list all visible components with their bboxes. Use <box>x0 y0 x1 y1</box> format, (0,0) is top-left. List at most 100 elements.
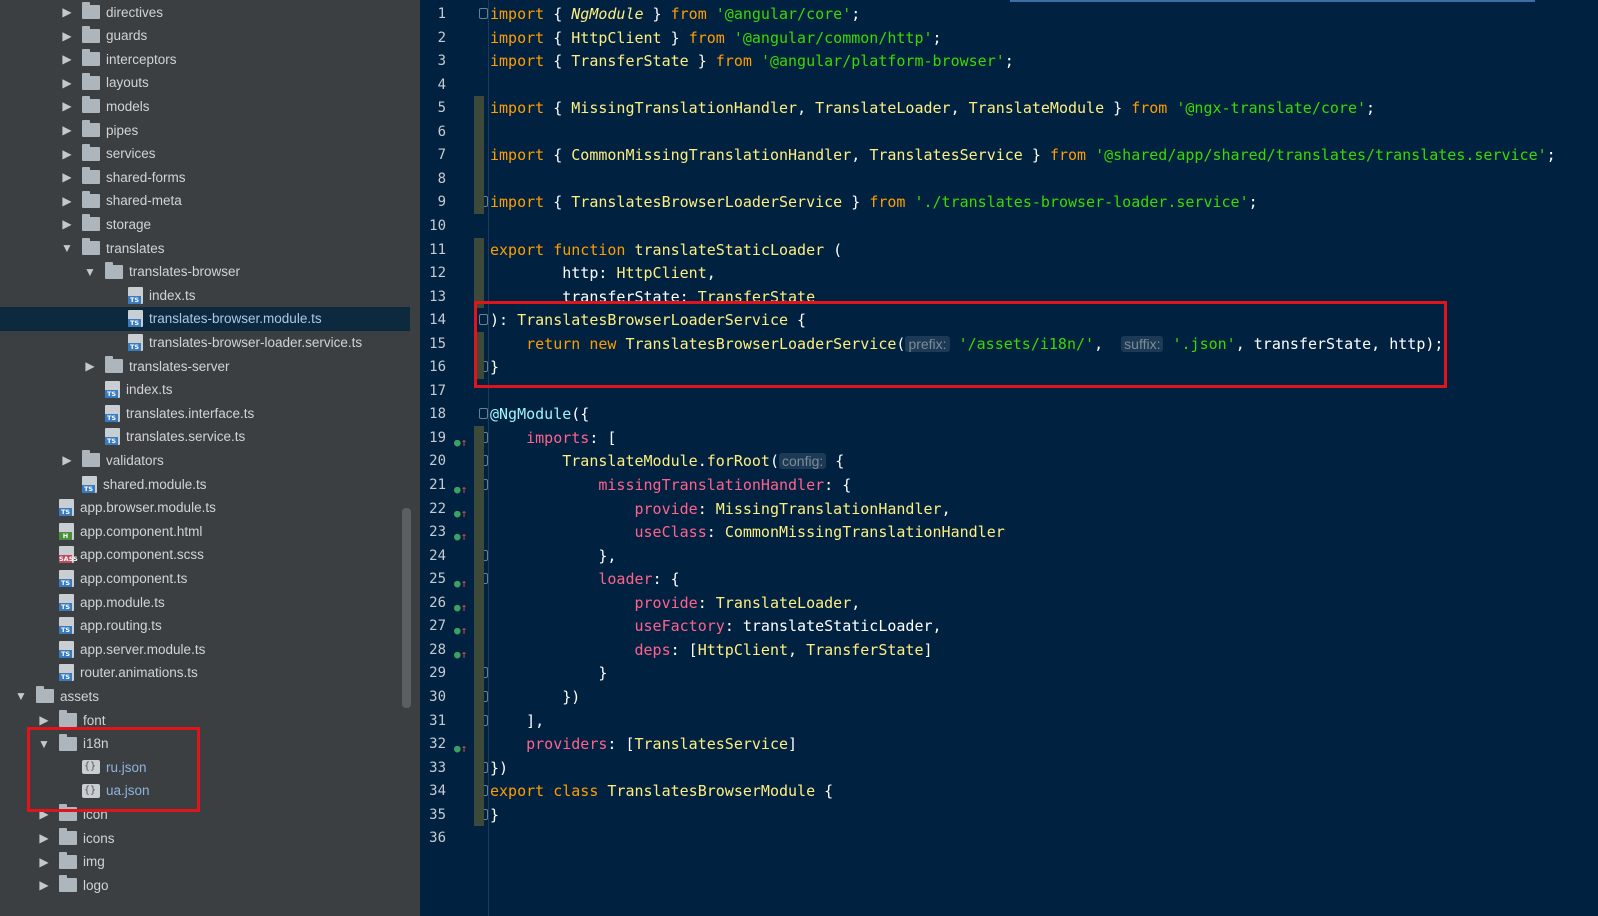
tree-file[interactable]: TS translates.interface.ts <box>0 401 410 425</box>
tree-folder[interactable]: ▶ models <box>0 94 410 118</box>
tree-folder[interactable]: ▶ interceptors <box>0 47 410 71</box>
code-line[interactable]: 19 ●↑ imports: [ <box>420 426 1598 450</box>
code-line[interactable]: 3 import { TransferState } from '@angular… <box>420 49 1598 73</box>
code-line[interactable]: 7 import { CommonMissingTranslationHandle… <box>420 143 1598 167</box>
code-line[interactable]: 8 <box>420 167 1598 191</box>
code-line[interactable]: 24 }, <box>420 544 1598 568</box>
code-line[interactable]: 4 <box>420 73 1598 97</box>
tree-file[interactable]: TS app.browser.module.ts <box>0 496 410 520</box>
tree-file[interactable]: TS app.component.ts <box>0 566 410 590</box>
tree-item-label: translates-browser-loader.service.ts <box>149 334 363 350</box>
chevron-right-icon[interactable]: ▶ <box>60 24 74 48</box>
tree-file[interactable]: TS index.ts <box>0 378 410 402</box>
code-line[interactable]: 29 } <box>420 661 1598 685</box>
chevron-down-icon[interactable]: ▼ <box>83 260 97 284</box>
code-line[interactable]: 35} <box>420 803 1598 827</box>
tree-folder[interactable]: ▶ guards <box>0 24 410 48</box>
tree-file[interactable]: TS shared.module.ts <box>0 472 410 496</box>
code-line[interactable]: 20 TranslateModule.forRoot(config: { <box>420 449 1598 473</box>
tree-folder[interactable]: ▶ shared-forms <box>0 165 410 189</box>
chevron-right-icon[interactable]: ▶ <box>60 212 74 236</box>
chevron-right-icon[interactable]: ▶ <box>60 448 74 472</box>
code-token: : <box>697 499 716 518</box>
tree-folder[interactable]: ▶ services <box>0 142 410 166</box>
tree-folder[interactable]: ▶ translates-server <box>0 354 410 378</box>
fold-icon[interactable] <box>479 408 488 420</box>
tree-file[interactable]: TS translates-browser-loader.service.ts <box>0 330 410 354</box>
code-line[interactable]: 22 ●↑ provide: MissingTranslationHandler, <box>420 497 1598 521</box>
code-line[interactable]: 31 ], <box>420 709 1598 733</box>
tree-file[interactable]: TS translates-browser.module.ts <box>0 306 410 331</box>
chevron-right-icon[interactable]: ▶ <box>60 71 74 95</box>
tree-file[interactable]: TS app.server.module.ts <box>0 637 410 661</box>
code-line[interactable]: 18 @NgModule({ <box>420 402 1598 426</box>
chevron-right-icon[interactable]: ▶ <box>60 47 74 71</box>
tree-file[interactable]: TS router.animations.ts <box>0 661 410 685</box>
code-line[interactable]: 11 export function translateStaticLoader … <box>420 238 1598 262</box>
code-line[interactable]: 5 import { MissingTranslationHandler, Tra… <box>420 96 1598 120</box>
code-line[interactable]: 28 ●↑ deps: [HttpClient, TransferState] <box>420 638 1598 662</box>
line-number: 2 <box>437 29 446 46</box>
line-number: 32 <box>429 736 446 753</box>
tree-folder[interactable]: ▼ translates <box>0 236 410 260</box>
chevron-right-icon[interactable]: ▶ <box>37 850 51 874</box>
chevron-right-icon[interactable]: ▶ <box>60 142 74 166</box>
code-line[interactable]: 6 <box>420 120 1598 144</box>
typescript-file-icon: TS <box>59 617 74 635</box>
line-number: 35 <box>429 806 446 823</box>
tree-folder[interactable]: ▼ translates-browser <box>0 260 410 284</box>
chevron-right-icon[interactable]: ▶ <box>60 118 74 142</box>
chevron-right-icon[interactable]: ▶ <box>37 873 51 897</box>
tree-folder[interactable]: ▶ validators <box>0 448 410 472</box>
tree-folder[interactable]: ▼ assets <box>0 684 410 708</box>
code-line[interactable]: 26 ●↑ provide: TranslateLoader, <box>420 591 1598 615</box>
chevron-down-icon[interactable]: ▼ <box>14 684 28 708</box>
folder-icon <box>59 828 77 845</box>
code-line[interactable]: 36 <box>420 826 1598 850</box>
fold-icon[interactable] <box>479 8 488 19</box>
code-token: ; <box>1366 99 1376 118</box>
chevron-right-icon[interactable]: ▶ <box>60 189 74 213</box>
code-line[interactable]: 23 ●↑ useClass: CommonMissingTranslationH… <box>420 520 1598 544</box>
code-line[interactable]: 25 ●↑ loader: { <box>420 567 1598 591</box>
chevron-right-icon[interactable]: ▶ <box>60 0 74 24</box>
tree-file[interactable]: TS index.ts <box>0 283 410 307</box>
code-token: : [ <box>670 640 698 659</box>
chevron-right-icon[interactable]: ▶ <box>83 354 97 378</box>
tree-folder[interactable]: ▶ img <box>0 850 410 874</box>
tree-folder[interactable]: ▶ layouts <box>0 71 410 95</box>
code-line[interactable]: 32 ●↑ providers: [TranslatesService] <box>420 732 1598 756</box>
tree-scrollbar[interactable] <box>402 508 411 708</box>
chevron-right-icon[interactable]: ▶ <box>60 165 74 189</box>
tree-folder[interactable]: ▶ logo <box>0 873 410 897</box>
tree-file[interactable]: TS app.routing.ts <box>0 614 410 638</box>
code-line[interactable]: 10 <box>420 214 1598 238</box>
code-line[interactable]: 9 import { TranslatesBrowserLoaderService… <box>420 190 1598 214</box>
code-editor[interactable]: 1 import { NgModule } from '@angular/core… <box>420 0 1598 916</box>
tree-folder[interactable]: ▶ pipes <box>0 118 410 142</box>
tree-file[interactable]: SASS app.component.scss <box>0 543 410 567</box>
chevron-right-icon[interactable]: ▶ <box>60 94 74 118</box>
tree-folder[interactable]: ▶ storage <box>0 212 410 236</box>
code-line[interactable]: 12 http: HttpClient, <box>420 261 1598 285</box>
tree-file[interactable]: Happ.component.html <box>0 519 410 543</box>
code-line[interactable]: 33}) <box>420 756 1598 780</box>
tree-file[interactable]: TS app.module.ts <box>0 590 410 614</box>
code-line[interactable]: 2 import { HttpClient } from '@angular/co… <box>420 26 1598 50</box>
code-line[interactable]: 34 export class TranslatesBrowserModule { <box>420 779 1598 803</box>
code-line[interactable]: 21 ●↑ missingTranslationHandler: { <box>420 473 1598 497</box>
code-line[interactable]: 1 import { NgModule } from '@angular/core… <box>420 2 1598 26</box>
tree-file[interactable]: TS translates.service.ts <box>0 425 410 449</box>
chevron-down-icon[interactable]: ▼ <box>60 236 74 260</box>
code-line[interactable]: 27 ●↑ useFactory: translateStaticLoader, <box>420 614 1598 638</box>
code-token: { <box>544 28 572 47</box>
chevron-right-icon[interactable]: ▶ <box>37 826 51 850</box>
file-type-badge: TS <box>59 508 72 517</box>
tree-folder[interactable]: ▶ shared-meta <box>0 189 410 213</box>
tree-folder[interactable]: ▶ directives <box>0 0 410 24</box>
line-number: 27 <box>429 618 446 635</box>
code-line[interactable]: 30 }) <box>420 685 1598 709</box>
tree-folder[interactable]: ▶ icons <box>0 826 410 850</box>
